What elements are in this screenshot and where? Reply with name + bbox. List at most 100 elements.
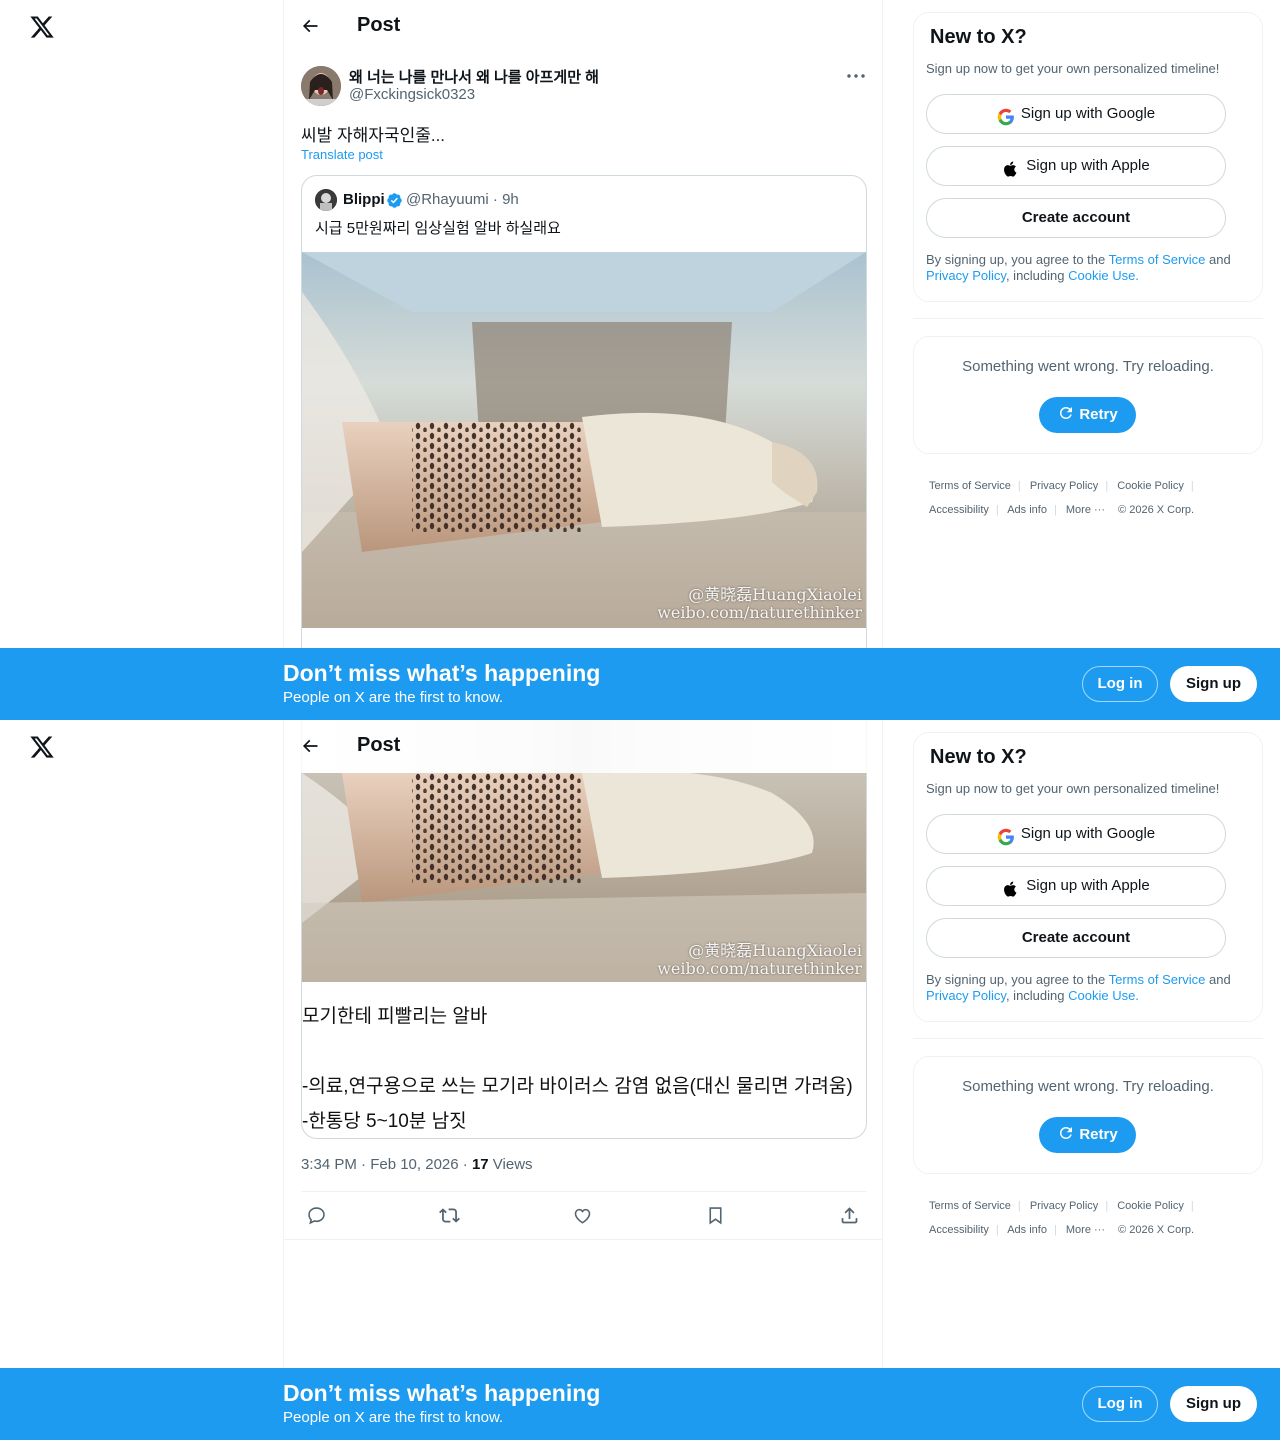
privacy-link[interactable]: Privacy Policy	[926, 268, 1006, 283]
signup-panel: New to X? Sign up now to get your own pe…	[913, 732, 1263, 1022]
quote-image[interactable]: @黄晓磊HuangXiaolei weibo.com/naturethinker	[302, 773, 866, 982]
footer-accessibility[interactable]: Accessibility	[929, 504, 989, 516]
tweet-text: 씨발 자해자국인줄...	[301, 126, 446, 145]
footer-ads-info[interactable]: Ads info	[1007, 1224, 1047, 1236]
signup-apple-button[interactable]: Sign up with Apple	[926, 866, 1226, 906]
signup-title: New to X?	[930, 26, 1027, 48]
signup-apple-button[interactable]: Sign up with Apple	[926, 146, 1226, 186]
signup-apple-label: Sign up with Apple	[1026, 877, 1150, 894]
author-display-name[interactable]: 왜 너는 나를 만나서 왜 나를 아프게만 해	[349, 66, 599, 87]
footer-copyright: © 2026 X Corp.	[1118, 1224, 1195, 1236]
action-bar	[301, 1204, 867, 1228]
signup-apple-label: Sign up with Apple	[1026, 157, 1150, 174]
viewport-frame-top: Post 왜 너는 나를 만나서 왜 나를 아프게만 해 @Fxckingsic…	[0, 0, 1280, 720]
header-bar: Post	[284, 720, 882, 773]
verified-badge-icon	[386, 192, 403, 209]
like-icon[interactable]	[571, 1204, 595, 1228]
error-message: Something went wrong. Try reloading.	[962, 1078, 1214, 1095]
bottom-banner: Don’t miss what’s happening People on X …	[0, 1368, 1280, 1440]
signup-button[interactable]: Sign up	[1170, 1386, 1257, 1422]
cookie-use-link[interactable]: Cookie Use.	[1068, 268, 1139, 283]
share-icon[interactable]	[838, 1204, 862, 1228]
repost-icon[interactable]	[438, 1204, 462, 1228]
google-icon	[997, 103, 1015, 126]
footer-terms[interactable]: Terms of Service	[929, 1200, 1011, 1212]
page-title: Post	[357, 734, 401, 756]
signup-subtitle: Sign up now to get your own personalized…	[926, 781, 1220, 796]
arrow-left-icon[interactable]	[300, 16, 322, 38]
login-button[interactable]: Log in	[1082, 666, 1158, 702]
reply-icon[interactable]	[305, 1204, 329, 1228]
views-count: 17	[471, 1156, 489, 1173]
signup-button[interactable]: Sign up	[1170, 666, 1257, 702]
signup-subtitle: Sign up now to get your own personalized…	[926, 61, 1220, 76]
footer-more[interactable]: More ···	[1066, 1224, 1105, 1236]
privacy-link[interactable]: Privacy Policy	[926, 988, 1006, 1003]
error-message: Something went wrong. Try reloading.	[962, 358, 1214, 375]
quote-image[interactable]: @黄晓磊HuangXiaolei weibo.com/naturethinker	[302, 252, 866, 628]
main-column: Post 왜 너는 나를 만나서 왜 나를 아프게만 해 @Fxckingsic…	[283, 0, 883, 720]
post-time[interactable]: 3:34 PM · Feb 10, 2026 ·	[301, 1156, 472, 1173]
footer-more[interactable]: More ···	[1066, 504, 1105, 516]
login-button[interactable]: Log in	[1082, 1386, 1158, 1422]
footer-cookie[interactable]: Cookie Policy	[1117, 480, 1184, 492]
main-column: Post @黄晓磊HuangXiaolei weibo.com/natureth…	[283, 720, 883, 1440]
post-timestamp-views: 3:34 PM · Feb 10, 2026 · 17 Views	[301, 1156, 533, 1173]
banner-title: Don’t miss what’s happening	[283, 1380, 601, 1406]
signup-panel: New to X? Sign up now to get your own pe…	[913, 12, 1263, 302]
footer-ads-info[interactable]: Ads info	[1007, 504, 1047, 516]
divider	[284, 1239, 882, 1240]
bookmark-icon[interactable]	[704, 1204, 728, 1228]
signup-google-button[interactable]: Sign up with Google	[926, 814, 1226, 854]
signup-google-label: Sign up with Google	[1020, 105, 1156, 122]
quote-text: 시급 5만원짜리 임상실험 알바 하실래요	[315, 220, 561, 237]
signup-title: New to X?	[930, 746, 1027, 768]
header-bar: Post	[284, 0, 882, 53]
page-title: Post	[357, 14, 401, 36]
image-watermark: @黄晓磊HuangXiaolei weibo.com/naturethinker	[657, 941, 862, 978]
bottom-banner: Don’t miss what’s happening People on X …	[0, 648, 1280, 720]
quote-handle-time: @Rhayuumi · 9h	[406, 191, 519, 208]
create-account-button[interactable]: Create account	[926, 198, 1226, 238]
sidebar-divider	[913, 1038, 1263, 1039]
signup-google-button[interactable]: Sign up with Google	[926, 94, 1226, 134]
apple-icon	[1002, 875, 1020, 897]
terms-link[interactable]: Terms of Service	[1109, 252, 1206, 267]
divider	[301, 1191, 867, 1192]
refresh-icon	[1060, 1127, 1073, 1140]
error-panel: Something went wrong. Try reloading. Ret…	[913, 336, 1263, 454]
footer-terms[interactable]: Terms of Service	[929, 480, 1011, 492]
cookie-use-link[interactable]: Cookie Use.	[1068, 988, 1139, 1003]
quote-image-text-line-2: -의료,연구용으로 쓰는 모기라 바이러스 감염 없음(대신 물리면 가려움)	[302, 1076, 853, 1097]
quote-tweet-card[interactable]: Blippi @Rhayuumi · 9h 시급 5만원짜리 임상실험 알바 하…	[301, 175, 867, 720]
sidebar-divider	[913, 318, 1263, 319]
more-options-icon[interactable]	[844, 64, 868, 88]
quote-image-text-line-1: 모기한테 피빨리는 알바	[302, 1006, 488, 1027]
viewport-frame-bottom: Post @黄晓磊HuangXiaolei weibo.com/natureth…	[0, 720, 1280, 1440]
retry-button[interactable]: Retry	[1039, 1117, 1136, 1153]
signup-google-label: Sign up with Google	[1020, 825, 1156, 842]
footer-copyright: © 2026 X Corp.	[1118, 504, 1195, 516]
retry-button[interactable]: Retry	[1039, 397, 1136, 433]
footer-privacy[interactable]: Privacy Policy	[1030, 1200, 1098, 1212]
quote-author-name: Blippi	[343, 191, 385, 208]
footer-links: Terms of Service | Privacy Policy | Cookie…	[929, 1200, 1195, 1236]
arrow-left-icon[interactable]	[300, 736, 322, 758]
avatar[interactable]	[301, 66, 341, 106]
banner-subtitle: People on X are the first to know.	[283, 1409, 504, 1426]
quote-image-text-line-3: -한통당 5~10분 남짓	[302, 1111, 467, 1132]
author-handle[interactable]: @Fxckingsick0323	[349, 86, 475, 103]
footer-accessibility[interactable]: Accessibility	[929, 1224, 989, 1236]
quote-tweet-card[interactable]: @黄晓磊HuangXiaolei weibo.com/naturethinker…	[301, 720, 867, 1139]
google-icon	[997, 823, 1015, 846]
apple-icon	[1002, 155, 1020, 177]
footer-links: Terms of Service | Privacy Policy | Cookie…	[929, 480, 1195, 516]
terms-link[interactable]: Terms of Service	[1109, 972, 1206, 987]
x-logo-icon[interactable]	[29, 734, 55, 760]
quote-avatar	[315, 189, 337, 211]
create-account-button[interactable]: Create account	[926, 918, 1226, 958]
footer-cookie[interactable]: Cookie Policy	[1117, 1200, 1184, 1212]
translate-post-link[interactable]: Translate post	[301, 147, 383, 162]
x-logo-icon[interactable]	[29, 14, 55, 40]
footer-privacy[interactable]: Privacy Policy	[1030, 480, 1098, 492]
